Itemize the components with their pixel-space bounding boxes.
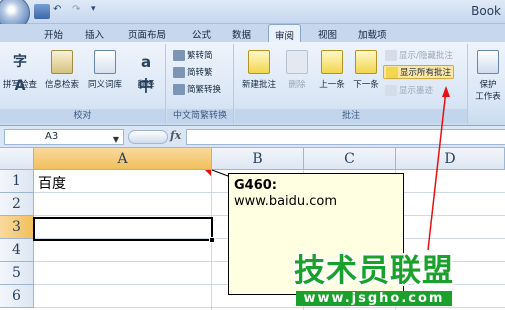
cell-a1[interactable]: 百度	[38, 173, 66, 193]
column-header-a[interactable]: A	[34, 148, 212, 170]
chinese-conversion-group: 繁转简 简转繁 简繁转换 中文简繁转换	[167, 44, 234, 124]
delete-comment-icon	[286, 50, 308, 74]
formula-bar: A3 ▼ fx	[0, 126, 505, 148]
next-comment-icon	[355, 50, 377, 74]
spell-check-button[interactable]: 字A 拼写检查	[0, 50, 40, 94]
save-icon[interactable]	[34, 4, 50, 19]
previous-comment-button[interactable]: 上一条	[315, 50, 349, 90]
show-hide-comment-icon	[385, 49, 397, 61]
show-all-comments-icon	[386, 66, 398, 78]
column-header-b[interactable]: B	[212, 148, 304, 170]
translate-button[interactable]: a中 翻译	[128, 50, 164, 95]
chinese-conversion-group-label: 中文简繁转换	[167, 109, 233, 123]
tab-view[interactable]: 视图	[318, 27, 337, 41]
traditional-to-simplified-icon	[173, 49, 185, 61]
formula-input[interactable]	[186, 129, 505, 145]
redo-icon[interactable]: ↷	[72, 4, 88, 19]
watermark-url: www.jsgho.com	[295, 291, 453, 306]
show-hide-comment-button[interactable]: 显示/隐藏批注	[385, 49, 453, 61]
chinese-conversion-icon	[173, 83, 185, 95]
column-header-c[interactable]: C	[304, 148, 396, 170]
tab-addins[interactable]: 加载项	[358, 27, 387, 41]
show-ink-button[interactable]: 显示墨迹	[385, 84, 433, 96]
thesaurus-button[interactable]: 同义词库	[84, 50, 126, 90]
research-button[interactable]: 信息检索	[42, 50, 82, 90]
tab-home[interactable]: 开始	[44, 27, 63, 41]
simplified-to-traditional-icon	[173, 66, 185, 78]
row-header-5[interactable]: 5	[0, 262, 34, 285]
protect-sheet-button[interactable]: 保护 工作表	[471, 50, 505, 102]
window-title: Book	[471, 4, 501, 18]
tab-data[interactable]: 数据	[232, 27, 251, 41]
spell-check-icon: 字A	[13, 54, 27, 94]
tab-review[interactable]: 审阅	[268, 24, 302, 44]
tab-formulas[interactable]: 公式	[192, 27, 211, 41]
watermark: 技术员联盟 www.jsgho.com	[274, 245, 474, 306]
undo-icon[interactable]: ↶	[53, 4, 69, 19]
new-comment-button[interactable]: 新建批注	[237, 50, 281, 90]
show-ink-icon	[385, 84, 397, 96]
cell-a3-selected[interactable]	[33, 217, 213, 241]
formula-bar-splitter[interactable]	[128, 130, 168, 144]
comments-group-label: 批注	[235, 109, 467, 123]
comment-text: www.baidu.com	[234, 194, 338, 209]
row-header-1[interactable]: 1	[0, 170, 34, 193]
tab-insert[interactable]: 插入	[85, 27, 104, 41]
name-box[interactable]: A3 ▼	[4, 129, 124, 145]
gridline	[34, 307, 505, 308]
simplified-to-traditional-button[interactable]: 简转繁	[173, 66, 213, 78]
fill-handle[interactable]	[209, 237, 215, 243]
traditional-to-simplified-button[interactable]: 繁转简	[173, 49, 213, 61]
thesaurus-icon	[94, 50, 116, 74]
column-header-d[interactable]: D	[396, 148, 505, 170]
ribbon: 字A 拼写检查 信息检索 同义词库 a中 翻译 校对 繁转简 简转繁 简繁转换	[0, 42, 505, 126]
select-all-button[interactable]	[0, 148, 34, 170]
watermark-logo: 技术员联盟	[294, 253, 454, 289]
previous-comment-icon	[321, 50, 343, 74]
research-icon	[51, 50, 73, 74]
row-header-6[interactable]: 6	[0, 285, 34, 308]
next-comment-button[interactable]: 下一条	[349, 50, 383, 90]
customize-toolbar-icon[interactable]: ▾	[91, 4, 107, 19]
proofing-group: 字A 拼写检查 信息检索 同义词库 a中 翻译 校对	[0, 44, 166, 124]
chinese-conversion-button[interactable]: 简繁转换	[173, 83, 221, 95]
insert-function-icon[interactable]: fx	[170, 129, 181, 142]
translate-icon: a中	[138, 53, 154, 95]
tab-page-layout[interactable]: 页面布局	[128, 27, 166, 41]
comments-group: 新建批注 删除 上一条 下一条 显示/隐藏批注 显示所有批注 显示墨迹 批注	[235, 44, 468, 124]
quick-access-toolbar: ↶ ↷ ▾	[0, 0, 107, 30]
row-header-2[interactable]: 2	[0, 193, 34, 216]
ribbon-tabs: 开始 插入 页面布局 公式 数据 审阅 视图 加载项	[0, 24, 505, 44]
row-header-3[interactable]: 3	[0, 216, 34, 239]
title-bar: ↶ ↷ ▾ Book	[0, 0, 505, 30]
delete-comment-button[interactable]: 删除	[283, 50, 311, 90]
proofing-group-label: 校对	[0, 109, 165, 123]
row-header-4[interactable]: 4	[0, 239, 34, 262]
new-comment-icon	[248, 50, 270, 74]
comment-author: G460:	[234, 178, 278, 193]
comment-indicator	[205, 170, 211, 176]
protect-sheet-icon	[477, 50, 499, 74]
show-all-comments-button[interactable]: 显示所有批注	[383, 65, 455, 79]
changes-group: 保护 工作表	[469, 44, 505, 124]
chevron-down-icon[interactable]: ▼	[113, 133, 119, 147]
